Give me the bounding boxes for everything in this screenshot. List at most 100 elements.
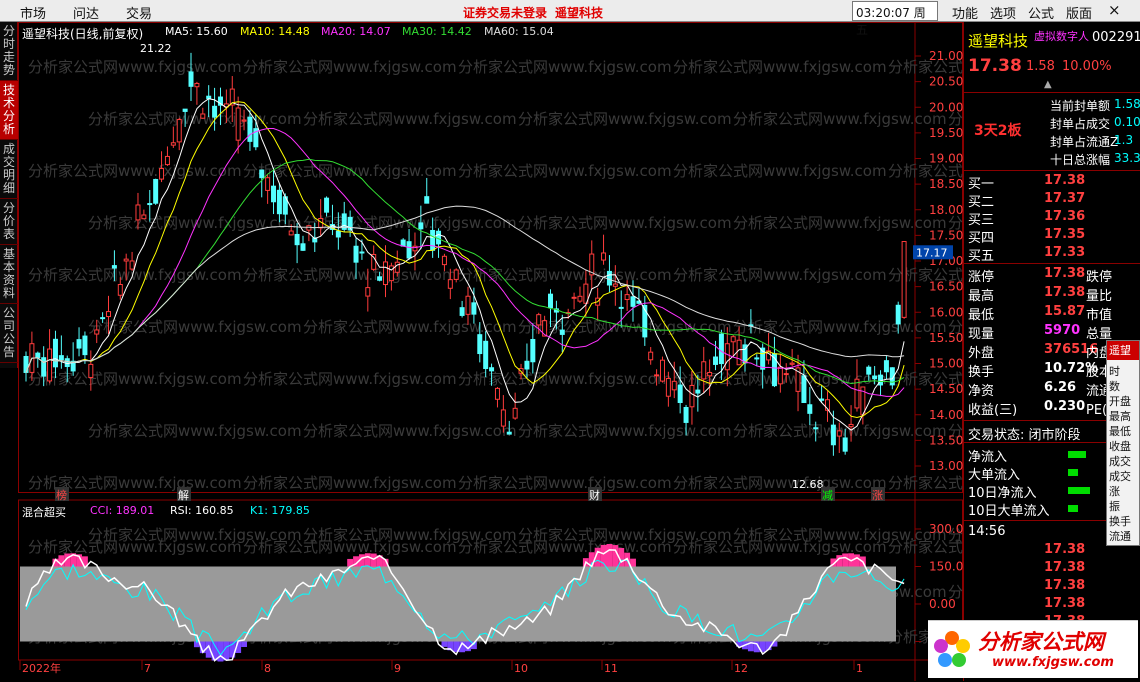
tab-price-table[interactable]: 分价表 — [0, 199, 18, 245]
candle-body — [206, 95, 212, 99]
candle-body — [353, 245, 359, 263]
candle-body — [447, 279, 453, 289]
watermark-text: 分析家公式网www.fxjgsw.com — [303, 422, 517, 440]
site-logo: 分析家公式网 www.fxjgsw.com — [928, 620, 1138, 678]
candle-body — [259, 169, 265, 179]
candle-body — [365, 287, 371, 297]
high-mark-label: 21.22 — [140, 42, 172, 55]
bid-price: 17.35 — [1044, 227, 1086, 242]
x-axis-label: 8 — [264, 662, 271, 675]
candle-body — [194, 82, 200, 88]
candle-body — [324, 197, 330, 213]
candle-body — [494, 387, 500, 400]
popup-item: 成交 — [1109, 470, 1131, 483]
watermark-text: 分析家公式网www.fxjgsw.com — [243, 474, 457, 492]
candle-body — [689, 384, 695, 408]
candle-body — [382, 261, 388, 286]
close-icon[interactable]: × — [1108, 1, 1121, 19]
watermark-text: 分析家公式网www.fxjgsw.com — [28, 58, 242, 76]
menu-trade[interactable]: 交易 — [126, 3, 152, 22]
current-stock-name: 遥望科技 — [555, 6, 604, 20]
candle-body — [789, 362, 795, 365]
divider — [964, 92, 1140, 93]
candle-body — [453, 269, 459, 280]
candle-body — [872, 375, 878, 380]
watermark-text: 分析家公式网www.fxjgsw.com — [458, 474, 672, 492]
menu-market[interactable]: 市场 — [20, 3, 46, 22]
login-warning[interactable]: 证券交易未登录 — [463, 4, 547, 21]
stat-label: 最高 — [968, 289, 995, 304]
info-popup[interactable]: 遥望 时数开盘 最高 最低 收盘 成交 成交涨振换手 流通 — [1106, 340, 1140, 546]
candle-body — [247, 116, 253, 142]
candle-body — [159, 168, 165, 180]
candle-body — [147, 203, 153, 206]
popup-items: 时数开盘 最高 最低 收盘 成交 成交涨振换手 流通 — [1109, 364, 1137, 544]
price-tick-label: 14.00 — [929, 408, 963, 422]
candle-body — [235, 107, 241, 141]
bid-label: 买三 — [968, 213, 995, 228]
x-axis-label: 1 — [856, 662, 863, 675]
candle-body — [135, 204, 141, 221]
stat-label: 收益(三) — [968, 403, 1018, 418]
tab-intraday[interactable]: 分时走势 — [0, 22, 18, 81]
price-tick-label: 15.50 — [929, 331, 963, 345]
concept-tag[interactable]: 虚拟数字人 — [1034, 28, 1089, 44]
menu-formula[interactable]: 公式 — [1028, 3, 1054, 22]
menu-options[interactable]: 选项 — [990, 3, 1016, 22]
flow-bar — [1068, 487, 1090, 494]
candle-body — [94, 329, 100, 335]
popup-item: 涨 — [1109, 485, 1120, 498]
candle-body — [707, 371, 713, 377]
watermark-text: 分析家公式网www.fxjgsw.com — [88, 214, 302, 232]
stat-label: 外盘 — [968, 346, 995, 361]
candle-body — [665, 377, 671, 397]
watermark-text: 分析家公式网www.fxjgsw.com — [673, 538, 887, 556]
x-axis-label: 2022年 — [22, 661, 61, 675]
candle-body — [164, 155, 170, 166]
menu-layout[interactable]: 版面 — [1066, 3, 1092, 22]
candle-body — [836, 430, 842, 437]
flow-label: 10日大单流入 — [968, 504, 1050, 519]
candle-body — [801, 375, 807, 403]
kline-chart-area[interactable]: 分析家公式网www.fxjgsw.com 分析家公式网www.fxjgsw.com… — [18, 22, 963, 681]
popup-item: 换手 — [1109, 515, 1131, 528]
candle-body — [394, 261, 400, 273]
flow-bar — [1068, 451, 1086, 458]
candle-body — [123, 258, 129, 262]
seal-value: 1.3 — [1114, 133, 1134, 147]
tab-trade-detail[interactable]: 成交明细 — [0, 140, 18, 199]
price-tick-label: 20.00 — [929, 100, 963, 114]
indicator-name[interactable]: 混合超买 — [22, 504, 66, 520]
watermark-text: 分析家公式网www.fxjgsw.com — [28, 538, 242, 556]
candle-body — [129, 260, 135, 270]
candle-body — [294, 233, 300, 246]
candle-body — [424, 196, 430, 204]
tab-announcements[interactable]: 公司公告 — [0, 304, 18, 363]
candle-body — [436, 230, 442, 245]
tab-technical-analysis[interactable]: 技术分析 — [0, 81, 18, 140]
expand-arrow-icon[interactable]: ▲ — [1044, 79, 1052, 90]
top-menu-bar: 市场 问达 交易 证券交易未登录 遥望科技 03:20:07 周五 功能 选项 … — [0, 0, 1140, 37]
tab-basic-info[interactable]: 基本资料 — [0, 245, 18, 304]
kline-svg[interactable]: 分析家公式网www.fxjgsw.com 分析家公式网www.fxjgsw.com… — [18, 22, 963, 681]
menu-function[interactable]: 功能 — [952, 3, 978, 22]
candle-body — [200, 113, 206, 119]
watermark-text: 分析家公式网www.fxjgsw.com — [303, 110, 517, 128]
candle-body — [188, 71, 194, 87]
bid-price: 17.33 — [1044, 245, 1086, 260]
price-tick-label: 15.00 — [929, 357, 963, 371]
popup-header: 遥望 — [1107, 341, 1139, 360]
candle-body — [536, 314, 542, 326]
x-axis-label: 9 — [394, 662, 401, 675]
watermark-text: 分析家公式网www.fxjgsw.com — [88, 318, 302, 336]
stat-label: 现量 — [968, 327, 995, 342]
candle-body — [571, 296, 577, 299]
last-price: 17.38 — [968, 56, 1022, 76]
popup-item: 数 — [1109, 380, 1120, 393]
watermark-text: 分析家公式网www.fxjgsw.com — [458, 370, 672, 388]
menu-wenda[interactable]: 问达 — [73, 3, 99, 22]
seal-value: 0.10 — [1114, 115, 1140, 129]
flow-label: 10日净流入 — [968, 486, 1037, 501]
popup-item: 成交 — [1109, 455, 1131, 468]
candle-body — [624, 294, 630, 301]
